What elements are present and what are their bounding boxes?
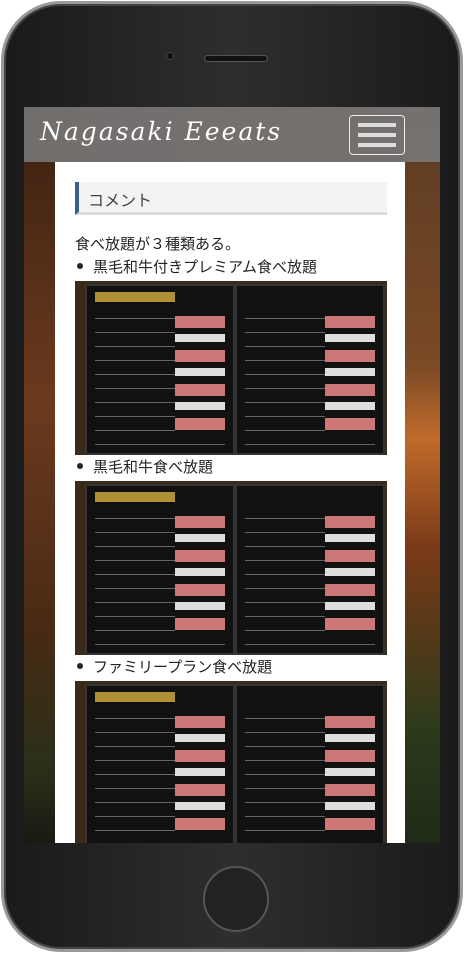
site-logo[interactable]: Nagasaki Eeeats — [40, 117, 282, 146]
menu-image[interactable] — [75, 681, 387, 843]
list-item: ファミリープラン食べ放題 — [75, 656, 272, 677]
screen: コメント 食べ放題が３種類ある。 黒毛和牛付きプレミアム食べ放題 黒毛和牛食べ放… — [24, 107, 440, 843]
list-item: 黒毛和牛食べ放題 — [75, 456, 213, 477]
content-panel: コメント 食べ放題が３種類ある。 黒毛和牛付きプレミアム食べ放題 黒毛和牛食べ放… — [55, 162, 405, 843]
home-button[interactable] — [203, 866, 269, 932]
hamburger-icon[interactable] — [349, 115, 405, 155]
site-header: Nagasaki Eeeats — [24, 107, 440, 162]
list-item: 黒毛和牛付きプレミアム食べ放題 — [75, 256, 317, 277]
camera — [166, 52, 174, 60]
speaker — [204, 55, 268, 62]
section-heading: コメント — [75, 182, 387, 215]
menu-image[interactable] — [75, 281, 387, 455]
background-left — [24, 107, 55, 843]
menu-image[interactable] — [75, 481, 387, 655]
background-right — [404, 107, 440, 843]
intro-text: 食べ放題が３種類ある。 — [75, 235, 241, 253]
